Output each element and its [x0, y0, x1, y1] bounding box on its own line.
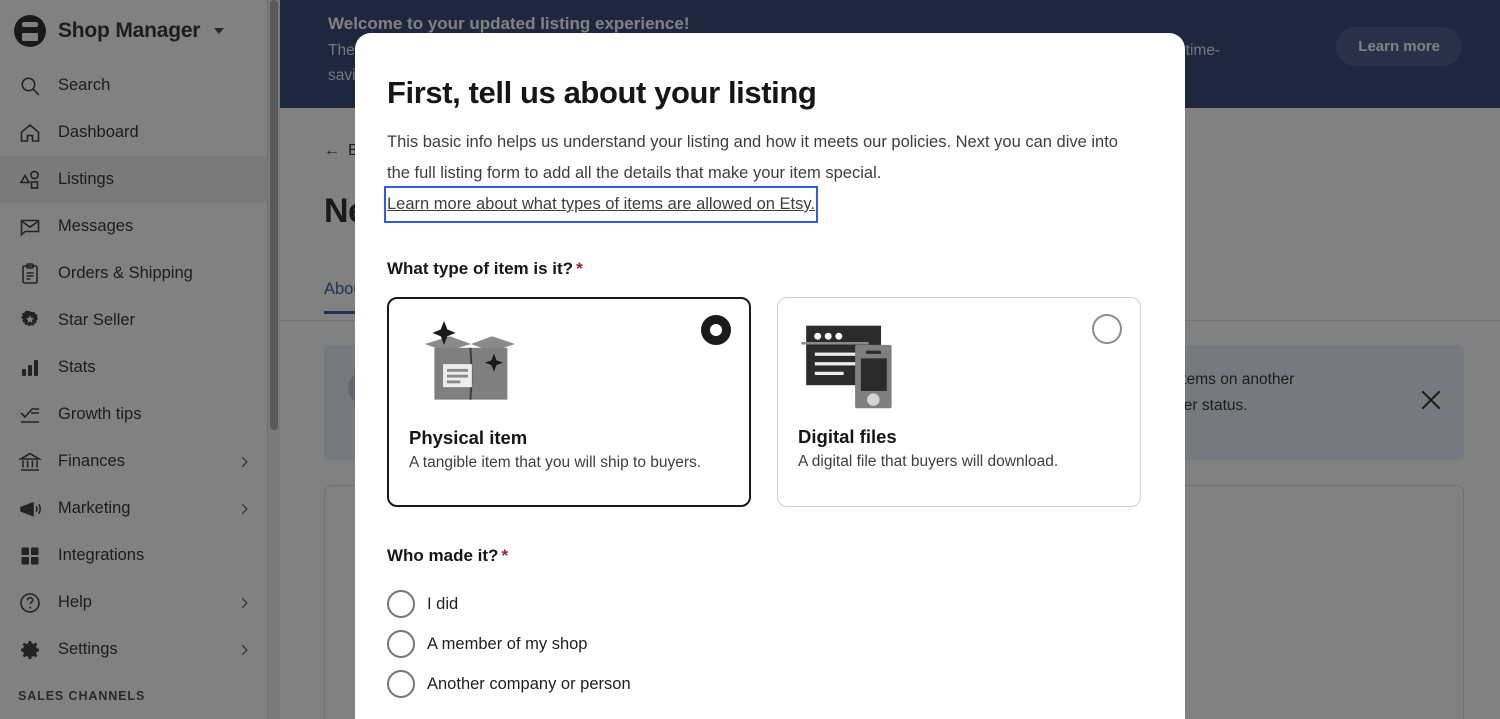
item-type-card-digital-files[interactable]: Digital files A digital file that buyers …: [777, 297, 1141, 507]
maker-option-label: Another company or person: [427, 674, 631, 693]
allowed-items-link[interactable]: Learn more about what types of items are…: [383, 186, 819, 223]
item-type-card-description: A digital file that buyers will download…: [798, 453, 1059, 470]
maker-option-label: A member of my shop: [427, 634, 588, 653]
item-type-question: What type of item is it? *: [387, 259, 1141, 279]
digital-file-icon: [798, 318, 1120, 414]
maker-question-label: Who made it?: [387, 546, 499, 565]
modal-title: First, tell us about your listing: [387, 75, 817, 110]
shipping-box-icon: [409, 319, 729, 415]
item-type-card-title: Physical item: [409, 427, 528, 448]
item-type-card-description: A tangible item that you will ship to bu…: [409, 454, 702, 471]
modal-description-text: This basic info helps us understand your…: [387, 133, 1118, 182]
required-asterisk: *: [576, 259, 583, 278]
app-root: Shop Manager SearchDashboardListingsMess…: [0, 0, 1500, 719]
maker-question: Who made it? *: [387, 546, 1141, 566]
maker-radio-group: I did A member of my shop Another company …: [387, 584, 1141, 704]
item-type-card-physical-item[interactable]: Physical item A tangible item that you wi…: [387, 297, 752, 507]
radio-button[interactable]: [387, 630, 415, 658]
radio-button[interactable]: [387, 590, 415, 618]
radio-button[interactable]: [387, 670, 415, 698]
maker-option-another-company-or-person[interactable]: Another company or person: [387, 664, 1141, 704]
item-type-card-title: Digital files: [798, 426, 897, 447]
required-asterisk: *: [501, 546, 509, 565]
maker-option-label: I did: [427, 594, 459, 613]
listing-intro-modal: First, tell us about your listing This b…: [355, 33, 1185, 719]
maker-option-i-did[interactable]: I did: [387, 584, 1141, 624]
item-type-question-label: What type of item is it?: [387, 259, 574, 278]
modal-description: This basic info helps us understand your…: [383, 127, 1141, 223]
item-type-card-group: Physical item A tangible item that you wi…: [387, 297, 1141, 507]
maker-option-a-member-of-my-shop[interactable]: A member of my shop: [387, 624, 1141, 664]
